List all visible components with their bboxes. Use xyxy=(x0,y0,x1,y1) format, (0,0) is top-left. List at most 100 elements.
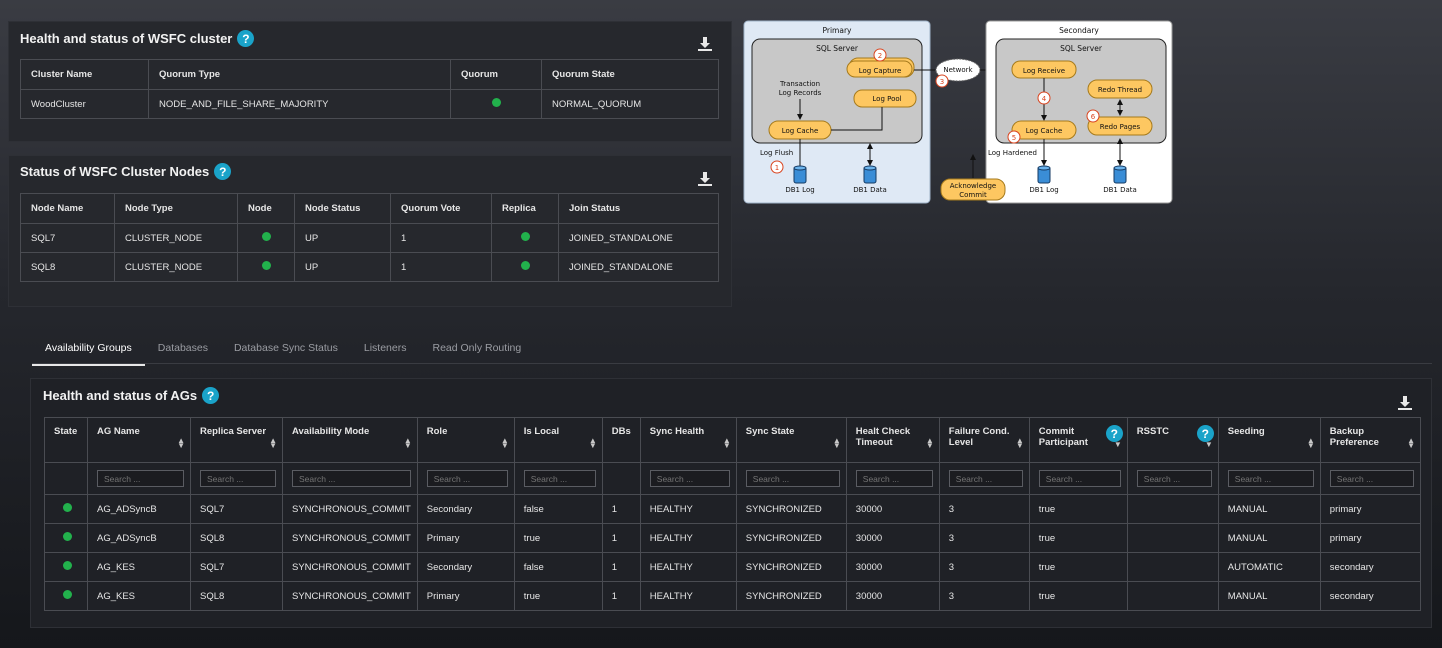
dbs: 1 xyxy=(601,552,641,582)
db1-log-secondary-icon xyxy=(1037,165,1051,184)
role-search-input[interactable] xyxy=(426,470,508,487)
tab-listeners[interactable]: Listeners xyxy=(351,336,420,366)
filter-cell-empty xyxy=(601,462,641,495)
filter-cell xyxy=(1319,462,1422,495)
col-header-rsstc[interactable]: RSSTC? ▼ xyxy=(1126,417,1219,463)
db1-data-primary-icon xyxy=(863,165,877,184)
table-row: SQL8 CLUSTER_NODE UP 1 JOINED_STANDALONE xyxy=(20,252,719,282)
tab-databases[interactable]: Databases xyxy=(145,336,221,366)
health-check-timeout: 30000 xyxy=(845,581,940,611)
col-header-state: State xyxy=(44,417,88,463)
col-header-backup-preference[interactable]: Backup Preference ▲ ▼ xyxy=(1319,417,1422,463)
help-icon[interactable]: ? xyxy=(202,387,220,404)
sort-icon[interactable]: ▲ ▼ xyxy=(269,437,277,450)
join-status: JOINED_STANDALONE xyxy=(558,223,719,253)
download-icon[interactable] xyxy=(1397,395,1413,411)
ag-name-search-input[interactable] xyxy=(97,470,184,487)
download-icon[interactable] xyxy=(697,171,713,187)
availability-mode-search-input[interactable] xyxy=(292,470,411,487)
col-header: Node Name xyxy=(20,193,115,224)
filter-cell-empty xyxy=(44,462,88,495)
wsfc-cluster-title-text: Health and status of WSFC cluster xyxy=(20,31,233,46)
filter-cell xyxy=(513,462,603,495)
ag-health-panel: Health and status of AGs ? State AG Name… xyxy=(30,378,1432,628)
is-local-search-input[interactable] xyxy=(523,470,596,487)
col-header-health-check-timeout[interactable]: Healt Check Timeout ▲ ▼ xyxy=(845,417,940,463)
col-header-label: AG Name xyxy=(97,426,140,437)
cluster-nodes-title-text: Status of WSFC Cluster Nodes xyxy=(20,164,210,179)
help-icon[interactable]: ? xyxy=(237,30,255,47)
db1-log-secondary-label: DB1 Log xyxy=(1029,186,1058,194)
log-cache-label-primary: Log Cache xyxy=(782,127,819,135)
failure-cond-level: 3 xyxy=(938,494,1030,524)
step-1-label: 1 xyxy=(775,164,779,172)
step-6-label: 6 xyxy=(1091,113,1096,121)
rsstc-search-input[interactable] xyxy=(1136,470,1212,487)
filter-cell xyxy=(938,462,1030,495)
col-header: Quorum State xyxy=(541,59,719,90)
rsstc xyxy=(1126,523,1219,553)
sort-icon[interactable]: ▲ ▼ xyxy=(177,437,185,450)
sync-state: SYNCHRONIZED xyxy=(735,552,847,582)
state-dot xyxy=(44,494,88,524)
help-icon[interactable]: ? xyxy=(214,163,232,180)
sort-icon[interactable]: ▲ ▼ xyxy=(926,437,934,450)
commit-participant-search-input[interactable] xyxy=(1038,470,1121,487)
sort-icon[interactable]: ▲ ▼ xyxy=(1307,437,1315,450)
sort-icon[interactable]: ▲ ▼ xyxy=(833,437,841,450)
timeout-search-input[interactable] xyxy=(855,470,933,487)
col-header-availability-mode[interactable]: Availability Mode ▲ ▼ xyxy=(282,417,418,463)
sort-icon[interactable]: ▲ ▼ xyxy=(1016,437,1024,450)
sort-icon[interactable]: ▲ ▼ xyxy=(1407,437,1415,450)
replica-server: SQL7 xyxy=(190,552,283,582)
seeding-search-input[interactable] xyxy=(1227,470,1314,487)
commit-participant: true xyxy=(1028,552,1128,582)
download-icon[interactable] xyxy=(697,36,713,52)
col-header-replica-server[interactable]: Replica Server ▲ ▼ xyxy=(190,417,283,463)
filter-cell xyxy=(1126,462,1219,495)
col-header-commit-participant[interactable]: Commit Participant? ▼ xyxy=(1028,417,1128,463)
sync-health-search-input[interactable] xyxy=(649,470,730,487)
col-header-label: Sync State xyxy=(745,426,795,437)
sort-icon[interactable]: ▲ ▼ xyxy=(501,437,509,450)
col-header-is-local[interactable]: Is Local ▲ ▼ xyxy=(513,417,603,463)
sort-icon[interactable]: ▼ xyxy=(1205,441,1213,449)
sort-icon[interactable]: ▲ ▼ xyxy=(723,437,731,450)
is-local: true xyxy=(513,581,603,611)
table-row: WoodCluster NODE_AND_FILE_SHARE_MAJORITY… xyxy=(20,89,719,119)
col-header-role[interactable]: Role ▲ ▼ xyxy=(416,417,515,463)
sync-state-search-input[interactable] xyxy=(745,470,840,487)
col-header-label: Is Local xyxy=(523,426,560,437)
sync-health: HEALTHY xyxy=(639,581,737,611)
sort-icon[interactable]: ▲ ▼ xyxy=(404,437,412,450)
failure-cond-level: 3 xyxy=(938,581,1030,611)
sort-icon[interactable]: ▼ xyxy=(1114,441,1122,449)
tab-read-only-routing[interactable]: Read Only Routing xyxy=(419,336,534,366)
role: Primary xyxy=(416,581,515,611)
col-header-sync-state[interactable]: Sync State ▲ ▼ xyxy=(735,417,847,463)
node-status: UP xyxy=(294,223,391,253)
col-header-label: Seeding xyxy=(1227,426,1265,437)
seeding: MANUAL xyxy=(1217,523,1321,553)
replica-server-search-input[interactable] xyxy=(200,470,276,487)
tab-availability-groups[interactable]: Availability Groups xyxy=(32,336,145,366)
commit-participant: true xyxy=(1028,494,1128,524)
rsstc xyxy=(1126,581,1219,611)
col-header-label: Preference xyxy=(1329,437,1379,448)
col-header-ag-name[interactable]: AG Name ▲ ▼ xyxy=(87,417,191,463)
network-label: Network xyxy=(943,66,973,74)
replica-status-dot xyxy=(491,252,559,282)
alwayson-data-flow-diagram: Primary SQL Server Transaction Log Recor… xyxy=(743,20,1173,204)
col-header-label: DBs xyxy=(611,426,631,437)
col-header-sync-health[interactable]: Sync Health ▲ ▼ xyxy=(639,417,737,463)
db1-data-primary-label: DB1 Data xyxy=(853,186,887,194)
db1-data-secondary-icon xyxy=(1113,165,1127,184)
tab-database-sync-status[interactable]: Database Sync Status xyxy=(221,336,351,366)
col-header-failure-cond-level[interactable]: Failure Cond. Level ▲ ▼ xyxy=(938,417,1030,463)
failure-cond-level: 3 xyxy=(938,552,1030,582)
backup-preference-search-input[interactable] xyxy=(1329,470,1414,487)
sort-icon[interactable]: ▲ ▼ xyxy=(589,437,597,450)
failure-level-search-input[interactable] xyxy=(948,470,1023,487)
col-header-seeding[interactable]: Seeding ▲ ▼ xyxy=(1217,417,1321,463)
availability-mode: SYNCHRONOUS_COMMIT xyxy=(282,523,418,553)
